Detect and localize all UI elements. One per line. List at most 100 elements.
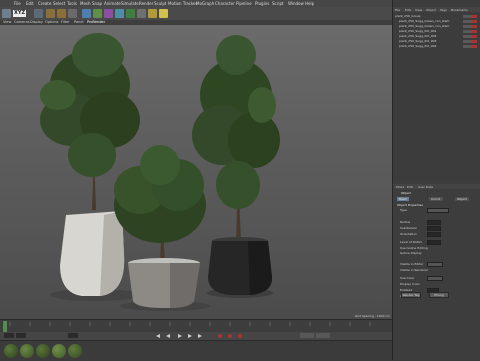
- am-menu-mode[interactable]: Mode: [396, 185, 404, 189]
- object-name: plant_250_Sugg_Green_con_stem: [399, 19, 450, 23]
- menu-motion-tracker[interactable]: Motion Tracker: [168, 1, 197, 6]
- render-picture-viewer-icon[interactable]: [57, 9, 66, 18]
- menu-mesh[interactable]: Mesh: [80, 1, 91, 6]
- pot-black-shade: [248, 241, 273, 295]
- vp-menu-view[interactable]: View: [3, 20, 11, 24]
- tab-coord[interactable]: Coord.: [429, 197, 443, 201]
- menu-script[interactable]: Script: [272, 1, 284, 6]
- object-name: plant_250_Group: [395, 14, 421, 18]
- attribute-menu: Mode Edit User Data: [393, 184, 480, 189]
- vp-menu-display[interactable]: Display: [30, 20, 43, 24]
- om-menu-bookmarks[interactable]: Bookmarks: [451, 8, 468, 12]
- camera-icon[interactable]: [148, 9, 157, 18]
- vp-menu-prorender[interactable]: ProRender: [87, 20, 105, 24]
- floor-icon[interactable]: [137, 9, 146, 18]
- material-ball[interactable]: [68, 344, 82, 358]
- tab-object[interactable]: Object: [455, 197, 469, 201]
- material-ball[interactable]: [20, 344, 34, 358]
- deformer-icon[interactable]: [126, 9, 135, 18]
- attr-label: Isoline Display: [400, 251, 422, 255]
- menu-sculpt[interactable]: Sculpt: [154, 1, 167, 6]
- menu-snap[interactable]: Snap: [92, 1, 102, 6]
- attr-label: Visible in Renderer: [400, 268, 429, 272]
- menu-character[interactable]: Character: [215, 1, 235, 6]
- menu-tools[interactable]: Tools: [67, 1, 77, 6]
- object-row[interactable]: plant_250_Sugg_Pot_004: [399, 44, 479, 49]
- render-view-icon[interactable]: [46, 9, 55, 18]
- vp-menu-panel[interactable]: Panel: [74, 20, 83, 24]
- material-ball[interactable]: [4, 344, 18, 358]
- tab-basic[interactable]: Basic: [397, 197, 409, 201]
- menu-animate[interactable]: Animate: [104, 1, 121, 6]
- vp-menu-cameras[interactable]: Cameras: [14, 20, 30, 24]
- subdivision-icon[interactable]: [104, 9, 113, 18]
- attr-field[interactable]: [427, 276, 443, 281]
- attr-field[interactable]: [427, 220, 441, 225]
- material-ball[interactable]: [36, 344, 50, 358]
- attribute-manager: Mode Edit User Data Object Basic Coord. …: [392, 180, 480, 360]
- menu-file[interactable]: File: [14, 1, 21, 6]
- phong-button[interactable]: Phong: [429, 292, 449, 298]
- min-frame-field: [16, 333, 26, 338]
- attribute-title: Object: [401, 191, 411, 195]
- material-ball[interactable]: [52, 344, 66, 358]
- attr-label: Use Color: [400, 276, 415, 280]
- viewport-3d[interactable]: Grid Spacing : 1000 cm: [0, 25, 392, 319]
- attr-label: Orientation: [400, 232, 417, 236]
- array-icon[interactable]: [115, 9, 124, 18]
- attr-field[interactable]: [427, 208, 449, 213]
- coord-system-icon[interactable]: [34, 9, 43, 18]
- om-menu-file[interactable]: File: [395, 8, 400, 12]
- menu-select[interactable]: Select: [53, 1, 65, 6]
- attr-field[interactable]: [427, 262, 443, 267]
- om-menu-edit[interactable]: Edit: [405, 8, 411, 12]
- vp-menu-options[interactable]: Options: [45, 20, 59, 24]
- timeline[interactable]: [0, 319, 392, 333]
- attr-label: Level of Detail: [400, 240, 422, 244]
- menu-edit[interactable]: Edit: [26, 1, 34, 6]
- am-menu-user-data[interactable]: User Data: [418, 185, 433, 189]
- render-settings-icon[interactable]: [68, 9, 77, 18]
- next-frame-icon: [188, 334, 192, 338]
- playhead: [3, 321, 7, 332]
- om-menu-object[interactable]: Object: [426, 8, 436, 12]
- attr-field[interactable]: [427, 240, 441, 245]
- attr-label: Display Color: [400, 282, 420, 286]
- object-flags: [463, 30, 477, 33]
- menu-help[interactable]: Help: [305, 1, 314, 6]
- object-flags: [463, 40, 477, 43]
- vp-menu-filter[interactable]: Filter: [61, 20, 70, 24]
- max-frame-field: [68, 333, 78, 338]
- cube-icon[interactable]: [82, 9, 91, 18]
- menu-create[interactable]: Create: [38, 1, 51, 6]
- object-manager: File Edit View Object Tags Bookmarks pla…: [392, 0, 480, 180]
- attr-label: Subdivision: [400, 226, 418, 230]
- transport-controls: [0, 332, 392, 340]
- am-menu-edit[interactable]: Edit: [407, 185, 413, 189]
- light-icon[interactable]: [159, 9, 168, 18]
- go-end-icon: [198, 334, 202, 338]
- om-menu-tags[interactable]: Tags: [440, 8, 447, 12]
- object-name: plant_250_Sugg_Green_con_stem: [399, 24, 450, 28]
- current-frame-field: [4, 333, 14, 338]
- pen-icon[interactable]: [93, 9, 102, 18]
- attr-field[interactable]: [427, 226, 441, 231]
- object-flags: [463, 15, 477, 18]
- material-manager: [0, 340, 392, 361]
- menu-pipeline[interactable]: Pipeline: [236, 1, 252, 6]
- attr-label: Use Isoline Editing: [400, 246, 428, 250]
- undo-icon[interactable]: [2, 9, 11, 18]
- go-start-icon: [156, 334, 160, 338]
- menu-render[interactable]: Render: [139, 1, 153, 6]
- menu-mograph[interactable]: MoGraph: [196, 1, 214, 6]
- xyz-lock-button[interactable]: XYZ: [13, 10, 27, 17]
- pot-concrete-shade: [170, 263, 200, 308]
- render-tag-button[interactable]: Render Tag: [401, 292, 421, 298]
- object-name: plant_250_Sugg_Pot_001: [399, 29, 437, 33]
- menu-window[interactable]: Window: [288, 1, 304, 6]
- om-menu-view[interactable]: View: [415, 8, 422, 12]
- attr-field[interactable]: [427, 232, 441, 237]
- menu-plugins[interactable]: Plugins: [255, 1, 269, 6]
- menu-simulate[interactable]: Simulate: [121, 1, 139, 6]
- keyframe-icon: [238, 334, 242, 338]
